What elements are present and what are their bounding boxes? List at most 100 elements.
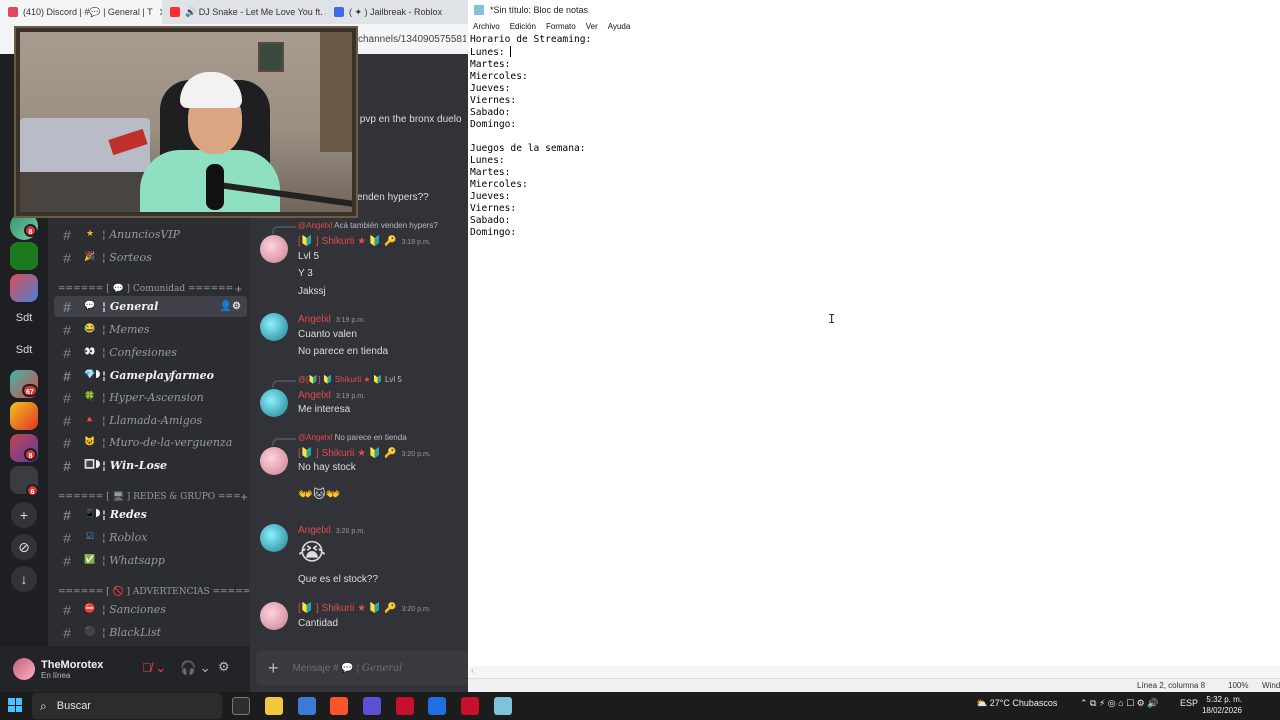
channel-name: ¦ Redes	[102, 508, 147, 521]
channel-settings-icon[interactable]: 👤⚙	[220, 301, 241, 312]
gem-icon: 💎	[84, 369, 96, 380]
attach-plus-icon[interactable]: +	[268, 658, 279, 679]
menu-formato[interactable]: Formato	[546, 22, 576, 31]
channel-name: ¦ Sorteos	[102, 251, 152, 264]
menu-ayuda[interactable]: Ayuda	[608, 22, 631, 31]
avatar[interactable]	[260, 602, 288, 630]
mention-badge: 8	[24, 224, 37, 237]
user-info[interactable]: TheMorotex En línea	[41, 659, 103, 680]
windows-start-icon[interactable]	[8, 698, 22, 712]
menu-archivo[interactable]: Archivo	[473, 22, 500, 31]
notepad-text-area[interactable]: Horario de Streaming: Lunes: Martes: Mie…	[470, 34, 1270, 664]
language-indicator[interactable]: ESP	[1180, 698, 1198, 708]
message-sticker: 👐🐱👐	[298, 487, 341, 501]
channel-blacklist[interactable]: # ⚫ ¦ BlackList	[54, 622, 247, 643]
file-explorer-icon[interactable]	[265, 697, 283, 715]
message-author[interactable]: [🔰 ] Shikurii ★ 🔰 🔑	[298, 603, 397, 614]
taskbar-search[interactable]: ⌕ Buscar	[32, 693, 222, 719]
avatar[interactable]	[260, 447, 288, 475]
notepad-taskbar-icon[interactable]	[494, 697, 512, 715]
webcam-door	[320, 32, 352, 152]
server-icon[interactable]	[10, 242, 38, 270]
gear-icon[interactable]: ⚙	[218, 659, 230, 675]
app-icon[interactable]	[461, 697, 479, 715]
channel-sorteos[interactable]: # 🎉 ¦ Sorteos	[54, 247, 247, 268]
username: TheMorotex	[41, 658, 104, 671]
channel-llamada-amigos[interactable]: # 🔺 ¦ Llamada-Amigos	[54, 410, 247, 431]
store-icon[interactable]	[298, 697, 316, 715]
channel-memes[interactable]: # 😂 ¦ Memes	[54, 319, 247, 340]
explore-icon[interactable]: ⊘	[11, 534, 37, 560]
message-header: [🔰 ] Shikurii ★ 🔰 🔑 3:18 p.m.	[298, 236, 431, 247]
weather-widget[interactable]: ⛅ 27°C Chubascos	[976, 698, 1057, 709]
avatar[interactable]	[260, 313, 288, 341]
channel-sanciones[interactable]: # ⛔ ¦ Sanciones	[54, 599, 247, 620]
menu-edicion[interactable]: Edición	[510, 22, 536, 31]
category-comunidad[interactable]: ====== [ 💬 ] Comunidad ====== +	[58, 282, 248, 296]
message-author[interactable]: Angelxl	[298, 390, 331, 401]
message-author[interactable]: Angelxl	[298, 314, 331, 325]
message-input[interactable]: + Mensaje # 💬 ¦ General	[256, 650, 468, 686]
webcam-overlay	[16, 28, 356, 216]
weather-text: 27°C Chubascos	[989, 698, 1058, 708]
headphones-icon[interactable]: 🎧 ⌄	[180, 660, 211, 676]
category-redes[interactable]: ====== [ 🖥 ] REDES & GRUPO === +	[58, 490, 248, 504]
mention-badge: 6	[26, 484, 39, 497]
channel-muro-de-la-verguenza[interactable]: # 😺 ¦ Muro-de-la-verguenza	[54, 432, 247, 453]
avatar[interactable]	[260, 524, 288, 552]
channel-hyper-ascension[interactable]: # 🍀 ¦ Hyper-Ascension	[54, 387, 247, 408]
reply-text: Lvl 5	[384, 375, 402, 384]
channel-whatsapp[interactable]: # ✅ ¦ Whatsapp	[54, 550, 247, 571]
horizontal-scrollbar[interactable]: ‹	[468, 666, 1280, 678]
message-author[interactable]: Angelxl	[298, 525, 331, 536]
download-icon[interactable]: ↓	[11, 566, 37, 592]
app-icon[interactable]	[363, 697, 381, 715]
add-channel-icon[interactable]: +	[235, 282, 242, 296]
notepad-text-after-caret: Martes: Miercoles: Jueves: Viernes: Saba…	[470, 59, 586, 238]
channel-anunciosvip[interactable]: # ★ ¦ AnunciosVIP	[54, 224, 247, 245]
add-channel-icon[interactable]: +	[241, 490, 248, 504]
app-icon[interactable]	[396, 697, 414, 715]
avatar[interactable]	[13, 658, 35, 680]
channel-redes[interactable]: # 📱 ¦ Redes	[54, 504, 247, 525]
menu-ver[interactable]: Ver	[586, 22, 598, 31]
server-label-sdt[interactable]: Sdt	[6, 344, 42, 356]
reply-author: @Angelxl	[298, 433, 333, 442]
channel-name-text: Whatsapp	[109, 554, 165, 567]
server-label-sdt[interactable]: Sdt	[6, 312, 42, 324]
message-header: Angelxl 3:19 p.m.	[298, 390, 365, 401]
task-view-icon[interactable]	[232, 697, 250, 715]
channel-name: ¦ Hyper-Ascension	[102, 391, 204, 404]
tab-discord[interactable]: (410) Discord | #💬 | General | T ✕	[0, 0, 162, 24]
channel-name-text: Llamada-Amigos	[109, 414, 203, 427]
youtube-favicon-icon	[170, 7, 180, 17]
channel-name: ¦ BlackList	[102, 626, 162, 639]
tab-roblox[interactable]: ( ✦ ) Jailbreak - Roblox	[326, 0, 468, 24]
avatar[interactable]	[260, 235, 288, 263]
webcam-bed-base	[20, 172, 160, 212]
reply-preview[interactable]: @[🔰] 🔰 Shikurii ★ 🔰 Lvl 5	[298, 375, 402, 384]
channel-name: ¦ General	[102, 300, 159, 313]
message-text: Cuanto valen	[298, 329, 357, 340]
channel-win-lose[interactable]: # 🔳 ¦ Win-Lose	[54, 455, 247, 476]
avatar[interactable]	[260, 389, 288, 417]
channel-roblox[interactable]: # ☑ ¦ Roblox	[54, 527, 247, 548]
add-server-icon[interactable]: +	[11, 502, 37, 528]
server-icon[interactable]	[10, 274, 38, 302]
taskbar-clock[interactable]: 5:32 p. m. 18/02/2026	[1202, 694, 1242, 716]
system-tray-icons[interactable]: ⌃ ⧉ ⚡ ◎ ⌂ ☐ ⚙ 🔊	[1080, 698, 1158, 709]
app-icon[interactable]	[428, 697, 446, 715]
mute-mic-icon[interactable]: 🎙̸ ⌄	[142, 660, 166, 676]
reply-preview[interactable]: @Angelxl No parece en tienda	[298, 433, 407, 442]
channel-general[interactable]: # 💬 ¦ General 👤⚙	[54, 296, 247, 317]
brave-browser-icon[interactable]	[330, 697, 348, 715]
category-advertencias[interactable]: ====== [ 🚫 ] ADVERTENCIAS ====== +	[58, 585, 265, 599]
channel-gameplayfarmeo[interactable]: # 💎 ¦ Gameplayfarmeo	[54, 365, 247, 386]
message-author[interactable]: [🔰 ] Shikurii ★ 🔰 🔑	[298, 448, 397, 459]
channel-confesiones[interactable]: # 👀 ¦ Confesiones	[54, 342, 247, 363]
tab-youtube[interactable]: 🔊 DJ Snake - Let Me Love You ft. J ✕	[162, 0, 326, 24]
server-icon[interactable]	[10, 402, 38, 430]
message-text: s pvp en the bronx duelo	[352, 114, 462, 125]
reply-preview[interactable]: @Angelxl Acá también venden hypers?	[298, 221, 438, 230]
message-author[interactable]: [🔰 ] Shikurii ★ 🔰 🔑	[298, 236, 397, 247]
